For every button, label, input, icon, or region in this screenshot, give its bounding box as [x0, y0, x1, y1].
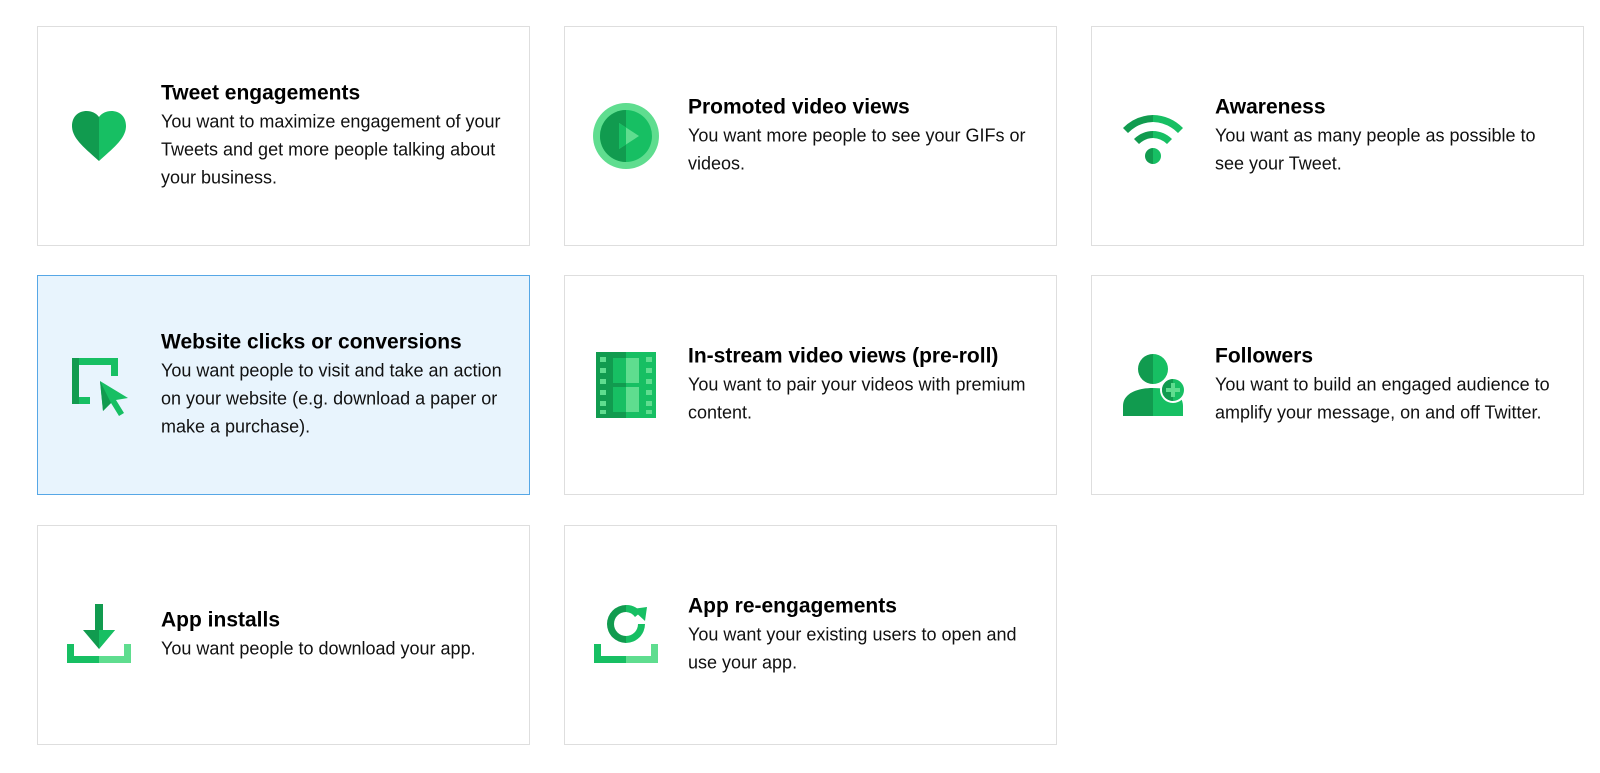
objective-title: Tweet engagements — [161, 81, 361, 105]
objective-description: You want more people to see your GIFs or… — [688, 125, 1026, 174]
objective-card-tweet-engagements[interactable]: Tweet engagements You want to maximize e… — [37, 26, 530, 246]
heart-icon — [64, 101, 134, 171]
objective-card-app-reengagements[interactable]: App re-engagements You want your existin… — [564, 525, 1057, 745]
refresh-icon — [591, 600, 661, 670]
objective-card-followers[interactable]: Followers You want to build an engaged a… — [1091, 275, 1584, 495]
objective-description: You want to pair your videos with premiu… — [688, 374, 1026, 423]
objective-description: You want as many people as possible to s… — [1215, 125, 1536, 174]
objective-card-promoted-video-views[interactable]: Promoted video views You want more peopl… — [564, 26, 1057, 246]
objective-title: App re-engagements — [688, 594, 897, 618]
objective-description: You want people to visit and take an act… — [161, 360, 502, 437]
objective-description: You want to maximize engagement of your … — [161, 111, 501, 188]
objective-description: You want to build an engaged audience to… — [1215, 374, 1550, 423]
cursor-click-icon — [64, 350, 134, 420]
objective-title: Promoted video views — [688, 95, 910, 119]
wifi-signal-icon — [1118, 101, 1188, 171]
objective-title: Followers — [1215, 344, 1314, 368]
objective-card-instream-video-views[interactable]: In-stream video views (pre-roll) You wan… — [564, 275, 1057, 495]
objective-card-app-installs[interactable]: App installs You want people to download… — [37, 525, 530, 745]
objective-title: In-stream video views (pre-roll) — [688, 344, 999, 368]
objective-title: App installs — [161, 608, 281, 632]
objective-card-awareness[interactable]: Awareness You want as many people as pos… — [1091, 26, 1584, 246]
objective-description: You want your existing users to open and… — [688, 624, 1017, 673]
film-strip-icon — [591, 350, 661, 420]
download-icon — [64, 600, 134, 670]
objective-card-website-clicks[interactable]: Website clicks or conversions You want p… — [37, 275, 530, 495]
play-video-icon — [591, 101, 661, 171]
objective-description: You want people to download your app. — [161, 638, 476, 659]
objective-title: Awareness — [1215, 95, 1326, 119]
add-follower-icon — [1118, 350, 1188, 420]
objective-title: Website clicks or conversions — [161, 330, 462, 354]
